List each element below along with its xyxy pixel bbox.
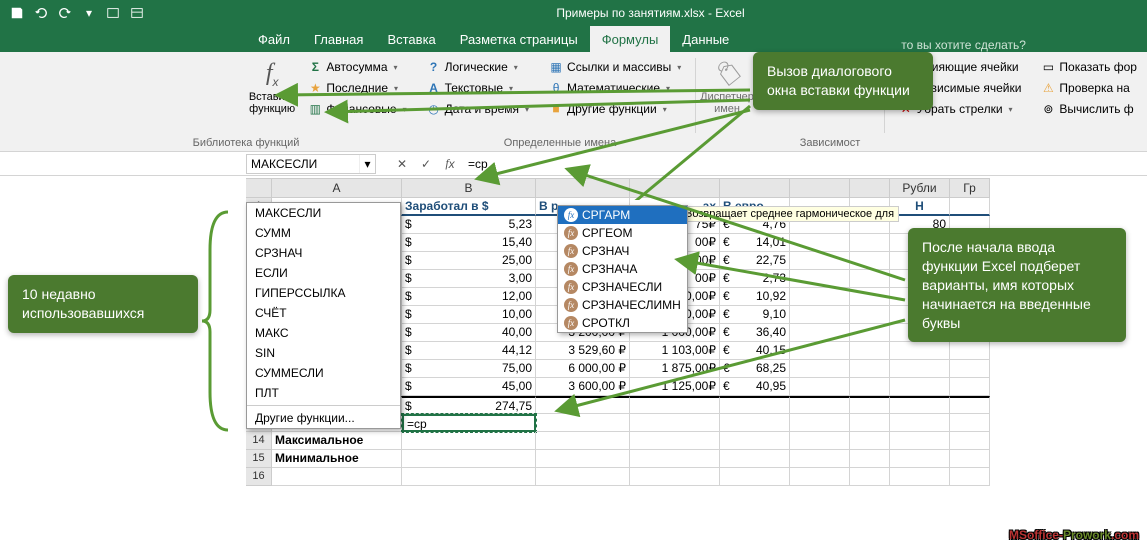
redo-icon[interactable] — [54, 2, 76, 24]
tab-file[interactable]: Файл — [246, 26, 302, 52]
undo-icon[interactable] — [30, 2, 52, 24]
recent-button[interactable]: ★Последние▾ — [304, 79, 410, 97]
mru-item[interactable]: СУММЕСЛИ — [247, 363, 400, 383]
bracket-icon — [200, 210, 230, 432]
lookup-button[interactable]: ▦Ссылки и массивы▾ — [545, 58, 685, 76]
mru-item[interactable]: МАКСЕСЛИ — [247, 203, 400, 223]
mru-item[interactable]: ГИПЕРССЫЛКА — [247, 283, 400, 303]
name-box-dropdown[interactable]: ▾ — [359, 155, 375, 173]
financial-icon: ▥ — [308, 102, 322, 116]
mru-item[interactable]: ЕСЛИ — [247, 263, 400, 283]
suggest-item[interactable]: fxСРЗНАЧЕСЛИ — [558, 278, 687, 296]
function-autocomplete: fxСРГАРМfxСРГЕОМfxСРЗНАЧfxСРЗНАЧАfxСРЗНА… — [557, 205, 688, 333]
callout-autocomplete: После начала ввода функции Excel подбере… — [908, 228, 1126, 342]
tell-me[interactable]: то вы хотите сделать? — [901, 38, 1026, 52]
suggest-item[interactable]: fxСРЗНАЧЕСЛИМН — [558, 296, 687, 314]
error-check-button[interactable]: ⚠Проверка на — [1037, 79, 1141, 97]
fx-icon: fx — [564, 298, 578, 312]
callout-recent: 10 недавно использовавшихся — [8, 275, 198, 333]
fx-button[interactable]: fx — [438, 154, 462, 174]
function-description: Возвращает среднее гармоническое для — [680, 206, 899, 222]
accept-formula-button[interactable]: ✓ — [414, 154, 438, 174]
more-icon: ■ — [549, 102, 563, 116]
star-icon: ★ — [308, 81, 322, 95]
mru-item[interactable]: SIN — [247, 343, 400, 363]
qat-icon2[interactable] — [102, 2, 124, 24]
math-button[interactable]: θМатематические▾ — [545, 79, 685, 97]
fx-icon: fx — [266, 60, 279, 89]
cancel-formula-button[interactable]: ✕ — [390, 154, 414, 174]
window-title: Примеры по занятиям.xlsx - Excel — [154, 6, 1147, 20]
save-icon[interactable] — [6, 2, 28, 24]
col-header-B[interactable]: B — [402, 178, 536, 198]
suggest-item[interactable]: fxСРГЕОМ — [558, 224, 687, 242]
formula-input[interactable] — [462, 154, 1147, 174]
col-header-I[interactable]: Гр — [950, 178, 990, 198]
eval-icon: ⊚ — [1041, 102, 1055, 116]
group-label-audit: Зависимост — [700, 137, 960, 149]
suggest-item[interactable]: fxСРЗНАЧ — [558, 242, 687, 260]
text-icon: A — [427, 81, 441, 95]
autosum-button[interactable]: ΣАвтосумма▾ — [304, 58, 410, 76]
col-header-A[interactable]: A — [272, 178, 402, 198]
tab-data[interactable]: Данные — [670, 26, 741, 52]
sigma-icon: Σ — [308, 60, 322, 74]
watermark: MSoffice-Prowork.com — [1009, 519, 1139, 545]
tag-icon: 🏷 — [712, 60, 742, 89]
fx-icon: fx — [564, 226, 578, 240]
show-formulas-button[interactable]: ▭Показать фор — [1037, 58, 1141, 76]
suggest-item[interactable]: fxСРОТКЛ — [558, 314, 687, 332]
qat-icon3[interactable] — [126, 2, 148, 24]
group-label-library: Библиотека функций — [46, 137, 446, 149]
logical-icon: ? — [427, 60, 441, 74]
text-button[interactable]: AТекстовые▾ — [423, 79, 533, 97]
mru-item[interactable]: СУММ — [247, 223, 400, 243]
fx-icon: fx — [564, 244, 578, 258]
suggest-item[interactable]: fxСРГАРМ — [558, 206, 687, 224]
tab-home[interactable]: Главная — [302, 26, 375, 52]
mru-item[interactable]: СРЗНАЧ — [247, 243, 400, 263]
lookup-icon: ▦ — [549, 60, 563, 74]
tab-formulas[interactable]: Формулы — [590, 26, 671, 52]
suggest-item[interactable]: fxСРЗНАЧА — [558, 260, 687, 278]
fx-icon: fx — [564, 208, 578, 222]
mru-item[interactable]: МАКС — [247, 323, 400, 343]
tab-insert[interactable]: Вставка — [375, 26, 447, 52]
clock-icon: ◷ — [427, 102, 441, 116]
mru-item[interactable]: СЧЁТ — [247, 303, 400, 323]
fx-icon: fx — [564, 280, 578, 294]
more-fn-button[interactable]: ■Другие функции▾ — [545, 100, 685, 118]
col-header-H[interactable]: Рубли — [890, 178, 950, 198]
mru-item[interactable]: ПЛТ — [247, 383, 400, 403]
date-button[interactable]: ◷Дата и время▾ — [423, 100, 533, 118]
evaluate-button[interactable]: ⊚Вычислить ф — [1037, 100, 1141, 118]
callout-dialog: Вызов диалогового окна вставки функции — [753, 52, 933, 110]
warn-icon: ⚠ — [1041, 81, 1055, 95]
tab-layout[interactable]: Разметка страницы — [448, 26, 590, 52]
financial-button[interactable]: ▥Финансовые▾ — [304, 100, 410, 118]
qat-icon[interactable]: ▾ — [78, 2, 100, 24]
group-label-names: Определенные имена — [460, 137, 660, 149]
fx-icon: fx — [564, 262, 578, 276]
name-box[interactable]: МАКСЕСЛИ ▾ — [246, 154, 376, 174]
more-functions-item[interactable]: Другие функции... — [247, 408, 400, 428]
fx-icon: fx — [564, 316, 578, 330]
show-icon: ▭ — [1041, 60, 1055, 74]
active-cell[interactable]: =ср — [402, 414, 536, 432]
theta-icon: θ — [549, 81, 563, 95]
recent-functions-dropdown: МАКСЕСЛИСУММСРЗНАЧЕСЛИГИПЕРССЫЛКАСЧЁТМАК… — [246, 202, 401, 429]
logical-button[interactable]: ?Логические▾ — [423, 58, 533, 76]
